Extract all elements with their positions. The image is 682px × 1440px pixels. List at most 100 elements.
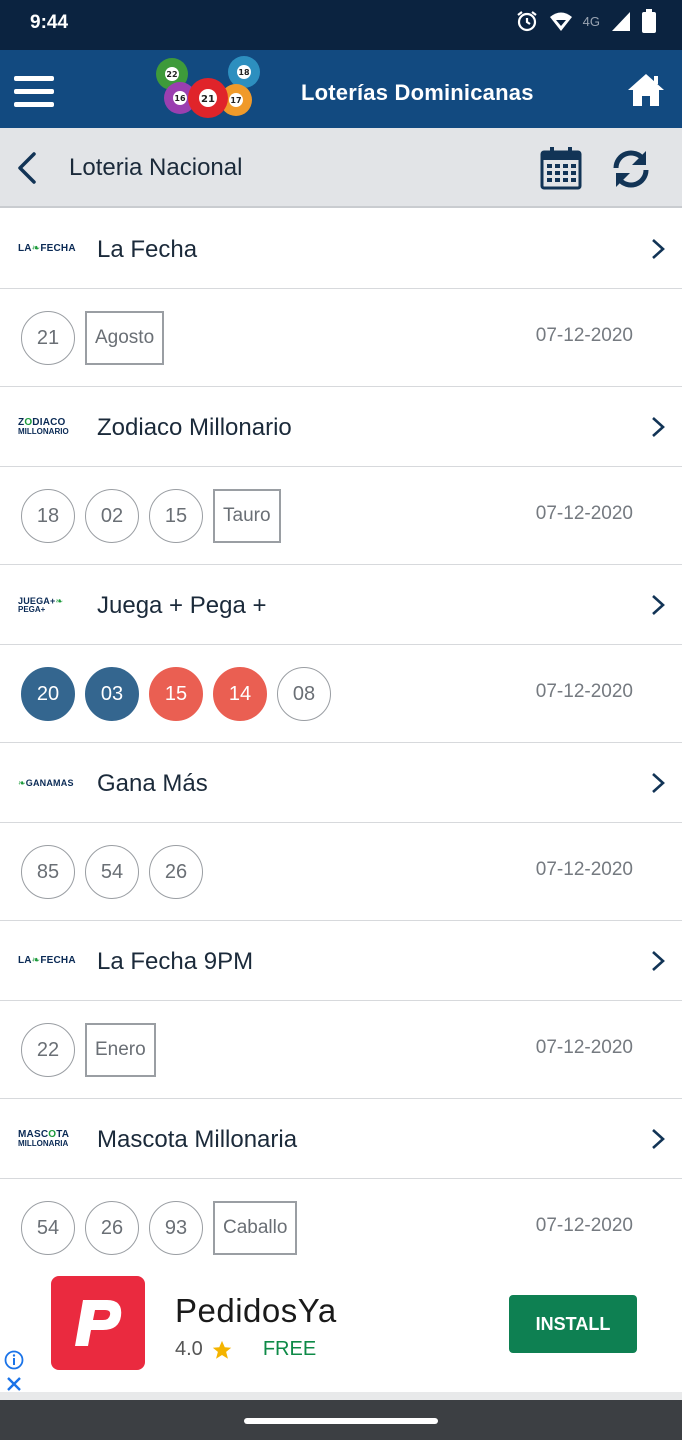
menu-icon-line [14, 102, 54, 107]
leaf-icon: ❧ [55, 595, 64, 606]
game-name: Juega + Pega + [97, 592, 267, 619]
number-ball: 14 [213, 667, 267, 721]
logo-ball-number: 16 [174, 94, 186, 103]
draw-date: 07-12-2020 [535, 681, 633, 702]
menu-icon-line [14, 76, 54, 81]
number-ball: 21 [21, 311, 75, 365]
ad-rating: 4.0 FREE [175, 1338, 316, 1361]
app-title: Loterías Dominicanas [301, 80, 534, 105]
logo-text: JUEGA+ [18, 595, 56, 606]
chevron-right-icon [652, 1129, 665, 1149]
juega-pega-logo: JUEGA+❧ PEGA+ [18, 593, 80, 617]
logo-text: LA [18, 243, 32, 254]
logo-ball-number: 22 [166, 70, 177, 79]
result-numbers: 18 02 15 Tauro [21, 489, 281, 543]
gana-mas-logo: ❧GANAMAS [18, 771, 80, 795]
game-row-la-fecha[interactable]: LA❧FECHA La Fecha [0, 209, 682, 289]
game-row-mascota-millonaria[interactable]: MASCOTA MILLONARIA Mascota Millonaria [0, 1099, 682, 1179]
zodiaco-millonario-logo: ZODIACO MILLONARIO [18, 415, 80, 439]
game-name: Gana Más [97, 770, 208, 797]
logo-subtext: MILLONARIO [18, 427, 69, 436]
game-name: La Fecha 9PM [97, 948, 254, 975]
draw-date: 07-12-2020 [535, 1037, 633, 1058]
chevron-right-icon [652, 239, 665, 259]
game-row-zodiaco-millonario[interactable]: ZODIACO MILLONARIO Zodiaco Millonario [0, 387, 682, 467]
mascota-millonaria-logo: MASCOTA MILLONARIA [18, 1127, 80, 1151]
result-row-la-fecha-9pm: 22 Enero 07-12-2020 [0, 1001, 682, 1099]
ad-app-name[interactable]: PedidosYa [175, 1292, 337, 1330]
status-bar: 9:44 4G [0, 0, 682, 50]
logo-text: FECHA [40, 955, 76, 966]
pedidosya-logo-icon [75, 1300, 122, 1346]
draw-date: 07-12-2020 [535, 503, 633, 524]
number-ball: 08 [277, 667, 331, 721]
la-fecha-logo: LA❧FECHA [18, 237, 80, 261]
calendar-icon[interactable] [540, 146, 582, 190]
ad-banner[interactable]: PedidosYa 4.0 FREE INSTALL [0, 1262, 682, 1392]
game-row-la-fecha-9pm[interactable]: LA❧FECHA La Fecha 9PM [0, 921, 682, 1001]
app-bar: 22 16 21 18 17 Loterías Dominicanas [0, 50, 682, 128]
result-row-juega-pega: 20 03 15 14 08 07-12-2020 [0, 645, 682, 743]
result-row-gana-mas: 85 54 26 07-12-2020 [0, 823, 682, 921]
menu-icon-line [14, 89, 54, 94]
section-header: Loteria Nacional [0, 128, 682, 208]
logo-ball-number: 18 [238, 68, 250, 77]
result-tag: Enero [85, 1023, 156, 1077]
menu-button[interactable] [14, 76, 54, 108]
number-ball: 85 [21, 845, 75, 899]
chevron-right-icon [652, 773, 665, 793]
install-button[interactable]: INSTALL [509, 1295, 637, 1353]
result-numbers: 85 54 26 [21, 845, 203, 899]
number-ball: 15 [149, 489, 203, 543]
draw-date: 07-12-2020 [535, 325, 633, 346]
result-numbers: 21 Agosto [21, 311, 165, 365]
game-row-juega-pega[interactable]: JUEGA+❧ PEGA+ Juega + Pega + [0, 565, 682, 645]
status-time: 9:44 [30, 12, 69, 33]
back-arrow-icon[interactable] [14, 150, 42, 186]
lottery-balls-logo: 22 16 21 18 17 [156, 56, 260, 118]
result-numbers: 20 03 15 14 08 [21, 667, 331, 721]
logo-text: FECHA [40, 243, 76, 254]
number-ball: 18 [21, 489, 75, 543]
ad-close-icon[interactable] [4, 1374, 24, 1394]
number-ball: 15 [149, 667, 203, 721]
number-ball: 22 [21, 1023, 75, 1077]
logo-subtext: PEGA+ [18, 604, 46, 614]
refresh-icon[interactable] [610, 148, 652, 190]
results-list: LA❧FECHA La Fecha 21 Agosto 07-12-2020 Z… [0, 209, 682, 1277]
draw-date: 07-12-2020 [535, 859, 633, 880]
la-fecha-logo: LA❧FECHA [18, 949, 80, 973]
alarm-icon [516, 11, 537, 32]
network-type: 4G [582, 13, 600, 29]
result-numbers: 22 Enero [21, 1023, 156, 1077]
ad-info-icon[interactable] [4, 1350, 24, 1370]
leaf-icon: ❧ [18, 777, 26, 788]
number-ball: 26 [85, 1201, 139, 1255]
home-icon[interactable] [626, 72, 666, 108]
number-ball: 54 [85, 845, 139, 899]
battery-icon [642, 9, 656, 33]
pedidosya-app-icon[interactable] [51, 1276, 145, 1370]
chevron-right-icon [652, 417, 665, 437]
result-tag: Tauro [213, 489, 281, 543]
logo-ball-number: 17 [230, 96, 241, 105]
wifi-icon [549, 12, 572, 31]
ad-price: FREE [262, 1338, 317, 1360]
logo-text: LA [18, 955, 32, 966]
result-tag: Caballo [213, 1201, 298, 1255]
result-numbers: 54 26 93 Caballo [21, 1201, 298, 1255]
game-name: La Fecha [97, 236, 198, 263]
draw-date: 07-12-2020 [535, 1215, 633, 1236]
number-ball: 03 [85, 667, 139, 721]
number-ball: 93 [149, 1201, 203, 1255]
result-tag: Agosto [85, 311, 165, 365]
chevron-right-icon [652, 951, 665, 971]
game-name: Mascota Millonaria [97, 1126, 298, 1153]
number-ball: 54 [21, 1201, 75, 1255]
gesture-handle[interactable] [244, 1418, 438, 1424]
game-name: Zodiaco Millonario [97, 414, 292, 441]
game-row-gana-mas[interactable]: ❧GANAMAS Gana Más [0, 743, 682, 823]
section-title: Loteria Nacional [69, 154, 243, 181]
status-icons: 4G [515, 9, 656, 33]
number-ball: 26 [149, 845, 203, 899]
